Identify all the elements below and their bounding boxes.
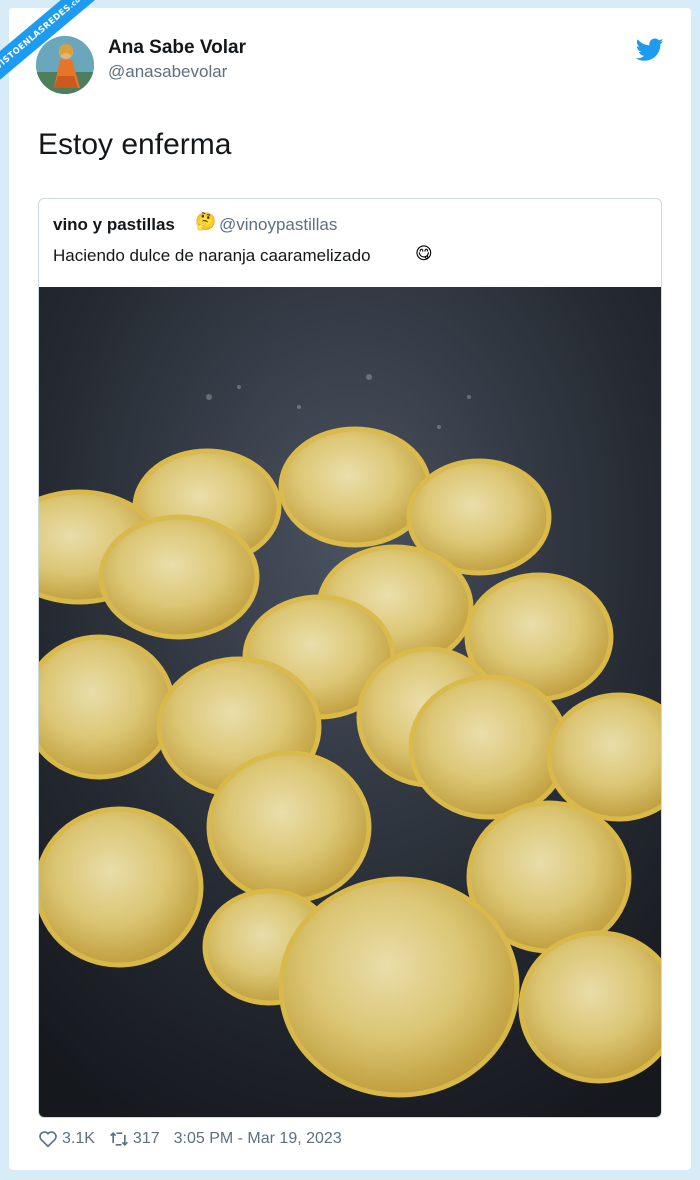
like-button[interactable]: 3.1K [38, 1130, 95, 1148]
author-name[interactable]: Ana Sabe Volar [108, 37, 246, 59]
yum-emoji-icon: 😋 [415, 244, 433, 263]
watermark-sub: .com [67, 0, 88, 10]
twitter-bird-icon[interactable] [636, 38, 664, 62]
tweet-text: Estoy enferma [38, 128, 232, 161]
tweet-card: Ana Sabe Volar @anasabevolar Estoy enfer… [9, 8, 691, 1170]
retweet-button[interactable]: 317 [109, 1130, 160, 1148]
like-count: 3.1K [62, 1130, 95, 1147]
heart-icon [39, 1131, 57, 1148]
author-handle[interactable]: @anasabevolar [108, 62, 227, 82]
retweet-count: 317 [132, 1130, 160, 1147]
quoted-author-name[interactable]: vino y pastillas [53, 215, 175, 235]
retweet-icon [109, 1131, 128, 1147]
avatar[interactable] [36, 36, 94, 94]
thinking-emoji-icon: 🤔 [195, 212, 217, 231]
quoted-tweet[interactable]: vino y pastillas 🤔 @vinoypastillas Hacie… [38, 198, 662, 1118]
quoted-tweet-text: Haciendo dulce de naranja caaramelizado [53, 246, 371, 265]
timestamp[interactable]: 3:05 PM - Mar 19, 2023 [174, 1130, 342, 1148]
photo-caramelized-citrus-slices[interactable] [39, 287, 661, 1117]
quoted-author-handle[interactable]: @vinoypastillas [219, 215, 337, 235]
tweet-footer: 3.1K 317 3:05 PM - Mar 19, 2023 [38, 1130, 342, 1148]
